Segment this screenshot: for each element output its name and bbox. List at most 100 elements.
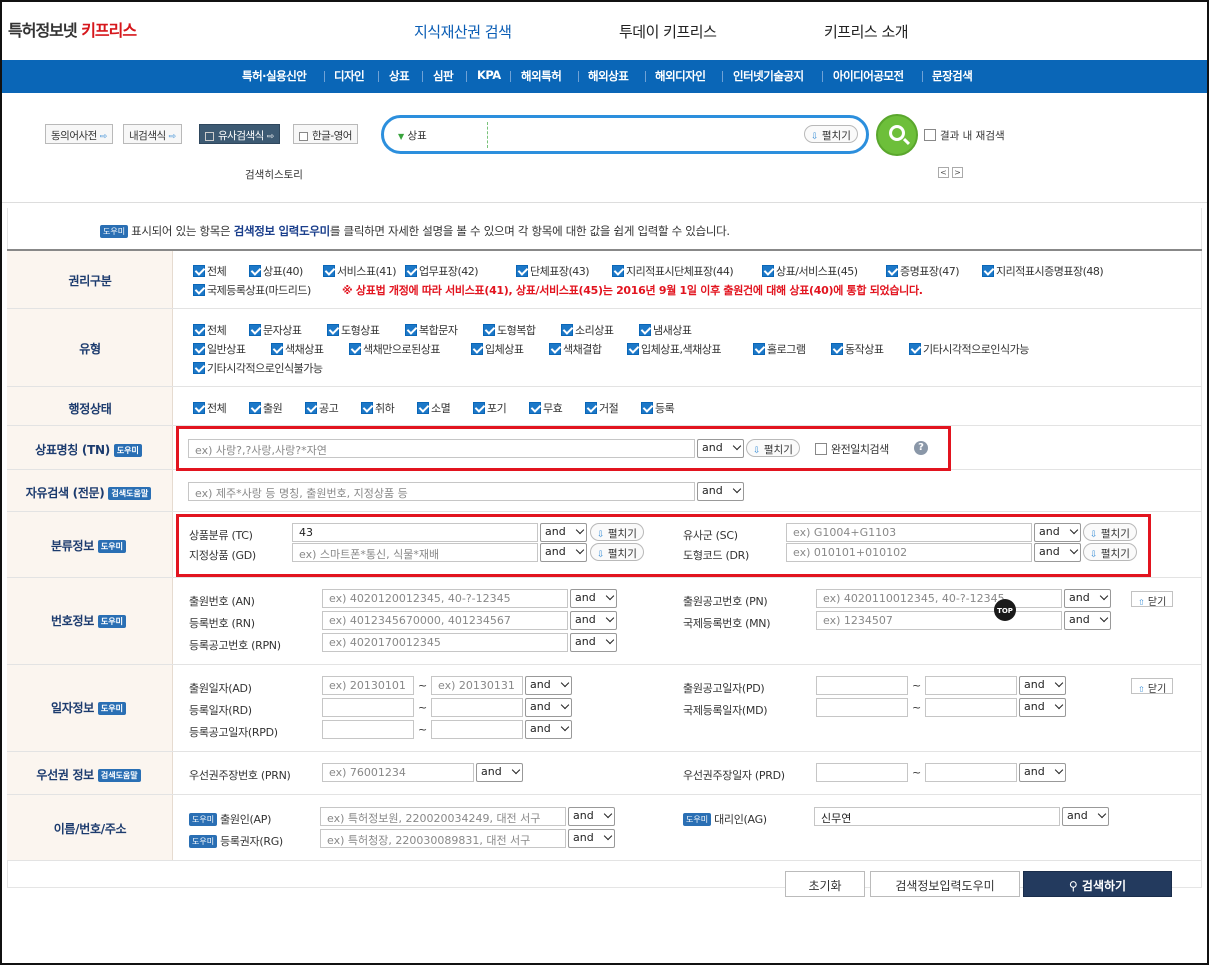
prn-input[interactable]: ex) 76001234 bbox=[322, 763, 474, 782]
status-expired[interactable]: 소멸 bbox=[417, 400, 451, 416]
type-hologram[interactable]: 홀로그램 bbox=[753, 341, 806, 357]
rights-geo-certification[interactable]: 지리적표시증명표장(48) bbox=[982, 263, 1104, 279]
ad-from-input[interactable]: ex) 20130101 bbox=[322, 676, 414, 695]
an-input[interactable]: ex) 4020120012345, 40-?-12345 bbox=[322, 589, 568, 608]
prd-operator-select[interactable]: and bbox=[1019, 763, 1066, 782]
rights-madrid[interactable]: 국제등록상표(마드리드) bbox=[193, 282, 311, 298]
free-operator-select[interactable]: and bbox=[697, 482, 744, 501]
pd-operator-select[interactable]: and bbox=[1019, 676, 1066, 695]
search-history-link[interactable]: 검색히스토리 bbox=[245, 167, 303, 182]
search-box[interactable]: ▼ 상표 ⇩ 펼치기 bbox=[381, 115, 869, 154]
menu-foreign-patent[interactable]: 해외특허 bbox=[521, 68, 562, 84]
submit-search-button[interactable]: ⚲ 검색하기 bbox=[1023, 871, 1172, 897]
rights-geo-collective[interactable]: 지리적표시단체표장(44) bbox=[612, 263, 734, 279]
scroll-top-button[interactable]: TOP bbox=[994, 599, 1016, 621]
pn-input[interactable]: ex) 4020110012345, 40-?-12345 bbox=[816, 589, 1062, 608]
ad-to-input[interactable]: ex) 20130131 bbox=[431, 676, 523, 695]
search-go-button[interactable] bbox=[876, 114, 918, 156]
rpn-operator-select[interactable]: and bbox=[570, 633, 617, 652]
pd-from-input[interactable] bbox=[816, 676, 908, 695]
free-help-badge[interactable]: 검색도움말 bbox=[108, 487, 152, 500]
input-helper-button[interactable]: 검색정보입력도우미 bbox=[870, 871, 1020, 897]
an-operator-select[interactable]: and bbox=[570, 589, 617, 608]
status-all[interactable]: 전체 bbox=[193, 400, 227, 416]
refine-toggle[interactable]: 결과 내 재검색 bbox=[924, 128, 1005, 143]
status-withdrawn[interactable]: 취하 bbox=[361, 400, 395, 416]
type-sound[interactable]: 소리상표 bbox=[561, 322, 614, 338]
prd-to-input[interactable] bbox=[925, 763, 1017, 782]
type-figure[interactable]: 도형상표 bbox=[327, 322, 380, 338]
type-compound-figure[interactable]: 도형복합 bbox=[483, 322, 536, 338]
mn-input[interactable]: ex) 1234507 bbox=[816, 611, 1062, 630]
rg-input[interactable]: ex) 특허청장, 220030089831, 대전 서구 bbox=[320, 829, 566, 848]
scope-select[interactable]: ▼ 상표 bbox=[398, 128, 427, 143]
pd-to-input[interactable] bbox=[925, 676, 1017, 695]
rn-operator-select[interactable]: and bbox=[570, 611, 617, 630]
refine-checkbox[interactable] bbox=[924, 129, 936, 141]
prio-help-badge[interactable]: 검색도움말 bbox=[97, 769, 141, 782]
ag-helper-badge[interactable]: 도우미 bbox=[683, 813, 712, 826]
reset-button[interactable]: 초기화 bbox=[785, 871, 865, 897]
type-all[interactable]: 전체 bbox=[193, 322, 227, 338]
nav-today[interactable]: 투데이 키프리스 bbox=[619, 21, 717, 42]
history-prev-button[interactable]: < bbox=[938, 167, 949, 178]
status-registered[interactable]: 등록 bbox=[641, 400, 675, 416]
rights-tm[interactable]: 상표(40) bbox=[249, 263, 303, 279]
similar-search-button[interactable]: 유사검색식 ⇨ bbox=[199, 124, 280, 144]
menu-trial[interactable]: 심판 bbox=[433, 68, 454, 84]
rg-operator-select[interactable]: and bbox=[568, 829, 615, 848]
synonym-dict-button[interactable]: 동의어사전 ⇨ bbox=[45, 124, 113, 144]
ad-operator-select[interactable]: and bbox=[525, 676, 572, 695]
kor-eng-toggle[interactable]: 한글-영어 bbox=[293, 124, 358, 144]
status-invalid[interactable]: 무효 bbox=[529, 400, 563, 416]
num-close-button[interactable]: ⇧ 닫기 bbox=[1131, 591, 1174, 608]
cls-helper-badge[interactable]: 도우미 bbox=[97, 540, 126, 553]
rd-to-input[interactable] bbox=[431, 698, 523, 717]
type-3d[interactable]: 입체상표 bbox=[471, 341, 524, 357]
type-color-only[interactable]: 색채만으로된상표 bbox=[349, 341, 440, 357]
rd-from-input[interactable] bbox=[322, 698, 414, 717]
nav-search[interactable]: 지식재산권 검색 bbox=[414, 21, 512, 42]
rpd-operator-select[interactable]: and bbox=[525, 720, 572, 739]
rights-business[interactable]: 업무표장(42) bbox=[405, 263, 479, 279]
menu-foreign-design[interactable]: 해외디자인 bbox=[655, 68, 706, 84]
prn-operator-select[interactable]: and bbox=[476, 763, 523, 782]
type-color[interactable]: 색채상표 bbox=[271, 341, 324, 357]
ap-input[interactable]: ex) 특허정보원, 220020034249, 대전 서구 bbox=[320, 807, 566, 826]
menu-design[interactable]: 디자인 bbox=[334, 68, 365, 84]
rn-input[interactable]: ex) 4012345670000, 401234567 bbox=[322, 611, 568, 630]
md-operator-select[interactable]: and bbox=[1019, 698, 1066, 717]
type-other-visible[interactable]: 기타시각적으로인식가능 bbox=[909, 341, 1029, 357]
date-helper-badge[interactable]: 도우미 bbox=[97, 702, 126, 715]
history-next-button[interactable]: > bbox=[952, 167, 963, 178]
rpd-from-input[interactable] bbox=[322, 720, 414, 739]
menu-sentence-search[interactable]: 문장검색 bbox=[932, 68, 973, 84]
rights-collective[interactable]: 단체표장(43) bbox=[516, 263, 590, 279]
rpd-to-input[interactable] bbox=[431, 720, 523, 739]
rights-all[interactable]: 전체 bbox=[193, 263, 227, 279]
menu-idea-contest[interactable]: 아이디어공모전 bbox=[833, 68, 904, 84]
menu-kpa[interactable]: KPA bbox=[477, 68, 501, 82]
my-search-button[interactable]: 내검색식 ⇨ bbox=[123, 124, 182, 144]
date-close-button[interactable]: ⇧ 닫기 bbox=[1131, 678, 1174, 695]
status-abandoned[interactable]: 포기 bbox=[473, 400, 507, 416]
type-color-combo[interactable]: 색채결합 bbox=[549, 341, 602, 357]
md-from-input[interactable] bbox=[816, 698, 908, 717]
ag-operator-select[interactable]: and bbox=[1062, 807, 1109, 826]
nav-about[interactable]: 키프리스 소개 bbox=[824, 21, 909, 42]
num-helper-badge[interactable]: 도우미 bbox=[97, 615, 126, 628]
menu-foreign-trademark[interactable]: 해외상표 bbox=[588, 68, 629, 84]
md-to-input[interactable] bbox=[925, 698, 1017, 717]
status-published[interactable]: 공고 bbox=[305, 400, 339, 416]
rpn-input[interactable]: ex) 4020170012345 bbox=[322, 633, 568, 652]
type-3d-color[interactable]: 입체상표,색채상표 bbox=[627, 341, 721, 357]
pn-operator-select[interactable]: and bbox=[1064, 589, 1111, 608]
status-filed[interactable]: 출원 bbox=[249, 400, 283, 416]
rg-helper-badge[interactable]: 도우미 bbox=[189, 835, 218, 848]
type-smell[interactable]: 냄새상표 bbox=[639, 322, 692, 338]
rd-operator-select[interactable]: and bbox=[525, 698, 572, 717]
status-rejected[interactable]: 거절 bbox=[585, 400, 619, 416]
tn-helper-badge[interactable]: 도우미 bbox=[113, 444, 142, 457]
mn-operator-select[interactable]: and bbox=[1064, 611, 1111, 630]
site-logo[interactable]: 특허정보넷 키프리스 bbox=[8, 17, 137, 41]
